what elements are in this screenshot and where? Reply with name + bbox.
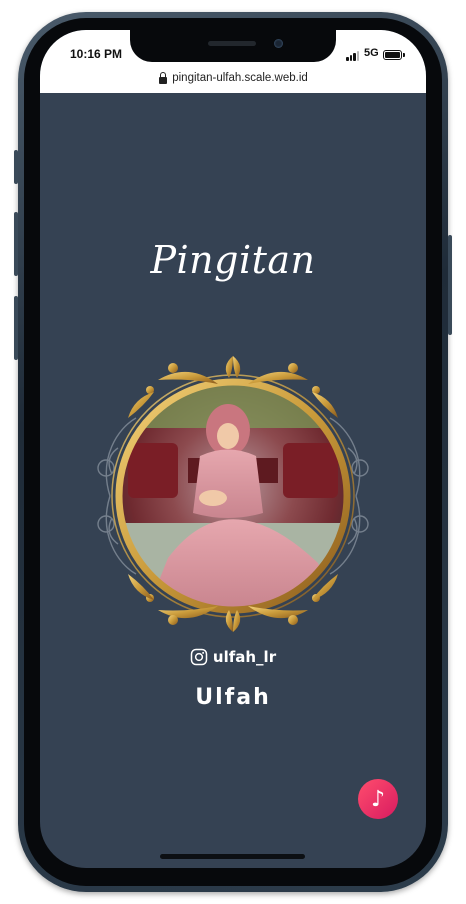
- person-name: Ulfah: [195, 685, 271, 710]
- instagram-link[interactable]: ulfah_lr: [40, 648, 426, 670]
- power-button: [448, 235, 452, 335]
- notch: [130, 30, 336, 62]
- url-text: pingitan-ulfah.scale.web.id: [172, 72, 308, 84]
- instagram-handle: ulfah_lr: [212, 648, 277, 666]
- earpiece-speaker: [208, 41, 256, 46]
- home-indicator: [160, 854, 305, 859]
- volume-up-button: [14, 212, 18, 276]
- music-toggle-button[interactable]: ♪: [358, 779, 398, 819]
- volume-down-button: [14, 296, 18, 360]
- phone-screen: 10:16 PM 5G pingitan-ulfah.scale.web.id …: [40, 30, 426, 868]
- music-note-icon: ♪: [370, 786, 386, 812]
- framed-portrait: [88, 348, 378, 638]
- address-bar[interactable]: pingitan-ulfah.scale.web.id: [40, 70, 426, 93]
- lock-icon: [158, 72, 168, 84]
- network-type: 5G: [364, 47, 379, 59]
- mute-switch: [14, 150, 18, 184]
- battery-icon: [383, 50, 402, 60]
- page-title: Pingitan: [150, 238, 316, 282]
- ornamental-frame: [97, 356, 369, 632]
- status-bar: 10:16 PM 5G: [40, 30, 426, 70]
- cellular-signal-icon: [346, 51, 360, 61]
- instagram-icon: [190, 648, 208, 666]
- status-time: 10:16 PM: [70, 47, 123, 61]
- front-camera: [274, 39, 283, 48]
- battery-cap: [403, 53, 405, 57]
- page-content: Pingitan ulfah_lr Ulfah ♪: [40, 93, 426, 868]
